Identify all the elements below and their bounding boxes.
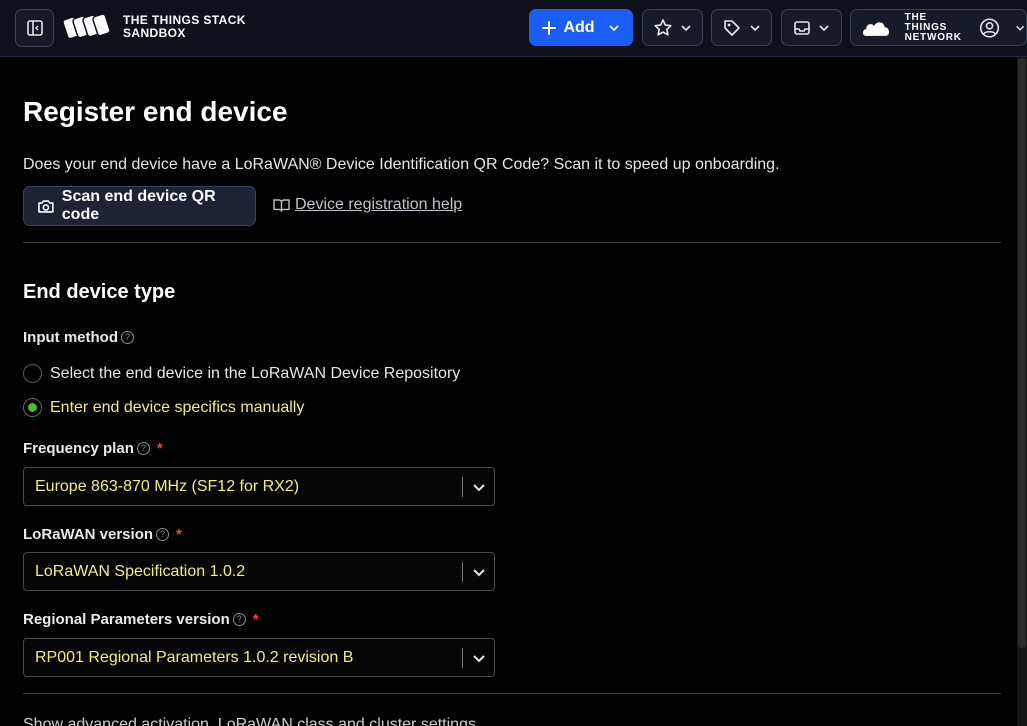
device-registration-help-link[interactable]: Device registration help bbox=[273, 196, 462, 214]
select-separator bbox=[462, 648, 463, 668]
regional-parameters-value: RP001 Regional Parameters 1.0.2 revision… bbox=[35, 649, 354, 666]
network-line1: THE THINGS bbox=[904, 11, 948, 33]
chevron-down-icon bbox=[1015, 25, 1024, 31]
chevron-down-icon[interactable] bbox=[471, 479, 487, 495]
help-icon[interactable]: ? bbox=[156, 528, 170, 541]
book-icon bbox=[273, 198, 290, 212]
sidebar-toggle-icon bbox=[26, 20, 43, 36]
top-bar: THE THINGS STACK SANDBOX Add THE THINGS … bbox=[0, 0, 1027, 57]
radio-device-repository[interactable]: Select the end device in the LoRaWAN Dev… bbox=[23, 364, 460, 383]
qr-question-text: Does your end device have a LoRaWAN® Dev… bbox=[23, 156, 780, 173]
lorawan-version-label: LoRaWAN version ? * bbox=[23, 526, 182, 543]
radio-manual-entry-label: Enter end device specifics manually bbox=[50, 398, 305, 416]
user-avatar-icon bbox=[979, 17, 999, 38]
plus-icon bbox=[542, 20, 557, 35]
help-icon[interactable]: ? bbox=[232, 613, 246, 626]
regional-parameters-label: Regional Parameters version ? * bbox=[23, 611, 259, 628]
brand-text: THE THINGS STACK SANDBOX bbox=[123, 14, 246, 40]
cloud-logo-icon bbox=[862, 21, 890, 36]
scan-qr-code-label: Scan end device QR code bbox=[61, 188, 216, 223]
required-marker: * bbox=[156, 440, 163, 457]
input-method-label-text: Input method bbox=[23, 329, 118, 346]
required-marker: * bbox=[176, 526, 182, 543]
radio-button-checked[interactable] bbox=[23, 398, 42, 417]
inbox-button[interactable] bbox=[781, 9, 842, 46]
sidebar-toggle-button[interactable] bbox=[15, 9, 54, 47]
lorawan-version-value: LoRaWAN Specification 1.0.2 bbox=[35, 563, 246, 580]
help-icon[interactable]: ? bbox=[120, 331, 134, 344]
input-method-label: Input method ? bbox=[23, 329, 134, 346]
chevron-down-icon bbox=[818, 24, 829, 31]
help-link-text: Device registration help bbox=[295, 196, 463, 213]
lorawan-version-select[interactable]: LoRaWAN Specification 1.0.2 bbox=[23, 552, 495, 591]
network-brand-text: THE THINGS NETWORK bbox=[904, 11, 965, 43]
section-divider bbox=[23, 242, 1001, 243]
chevron-down-icon bbox=[680, 24, 691, 31]
select-separator bbox=[462, 477, 463, 497]
advanced-settings-toggle[interactable]: Show advanced activation, LoRaWAN class … bbox=[23, 716, 476, 726]
radio-device-repository-label: Select the end device in the LoRaWAN Dev… bbox=[50, 364, 461, 382]
chevron-down-icon[interactable] bbox=[471, 650, 487, 666]
frequency-plan-label-text: Frequency plan bbox=[23, 440, 134, 457]
regional-parameters-select[interactable]: RP001 Regional Parameters 1.0.2 revision… bbox=[23, 638, 495, 677]
required-marker: * bbox=[252, 611, 259, 628]
frequency-plan-label: Frequency plan ? * bbox=[23, 440, 163, 457]
select-separator bbox=[462, 562, 463, 582]
help-icon[interactable]: ? bbox=[136, 442, 150, 455]
inbox-icon bbox=[793, 20, 810, 35]
radio-manual-entry[interactable]: Enter end device specifics manually bbox=[23, 398, 304, 417]
camera-icon bbox=[38, 200, 54, 213]
chevron-down-icon[interactable] bbox=[471, 564, 487, 580]
radio-button-unchecked[interactable] bbox=[23, 364, 42, 383]
things-stack-logo-icon bbox=[62, 13, 111, 40]
lorawan-version-label-text: LoRaWAN version bbox=[23, 526, 154, 543]
tag-icon bbox=[723, 19, 740, 36]
scan-qr-code-button[interactable]: Scan end device QR code bbox=[23, 186, 256, 226]
star-icon bbox=[653, 18, 672, 36]
chevron-down-icon bbox=[749, 24, 760, 31]
page-scrollbar-thumb[interactable] bbox=[1018, 58, 1026, 648]
add-button[interactable]: Add bbox=[529, 9, 633, 46]
chevron-down-icon bbox=[608, 24, 619, 31]
frequency-plan-value: Europe 863-870 MHz (SF12 for RX2) bbox=[35, 478, 300, 495]
tags-button[interactable] bbox=[711, 9, 772, 46]
end-device-type-heading: End device type bbox=[23, 281, 176, 303]
brand-line2: SANDBOX bbox=[123, 26, 186, 40]
account-menu-button[interactable]: THE THINGS NETWORK bbox=[850, 9, 1027, 46]
page-title: Register end device bbox=[23, 96, 288, 127]
add-button-label: Add bbox=[563, 18, 595, 36]
bookmarks-button[interactable] bbox=[642, 9, 703, 46]
regional-parameters-label-text: Regional Parameters version bbox=[23, 611, 230, 628]
frequency-plan-select[interactable]: Europe 863-870 MHz (SF12 for RX2) bbox=[23, 467, 495, 506]
network-line2: NETWORK bbox=[904, 31, 962, 43]
section-divider bbox=[23, 693, 1001, 694]
things-stack-logo[interactable]: THE THINGS STACK SANDBOX bbox=[62, 11, 246, 43]
